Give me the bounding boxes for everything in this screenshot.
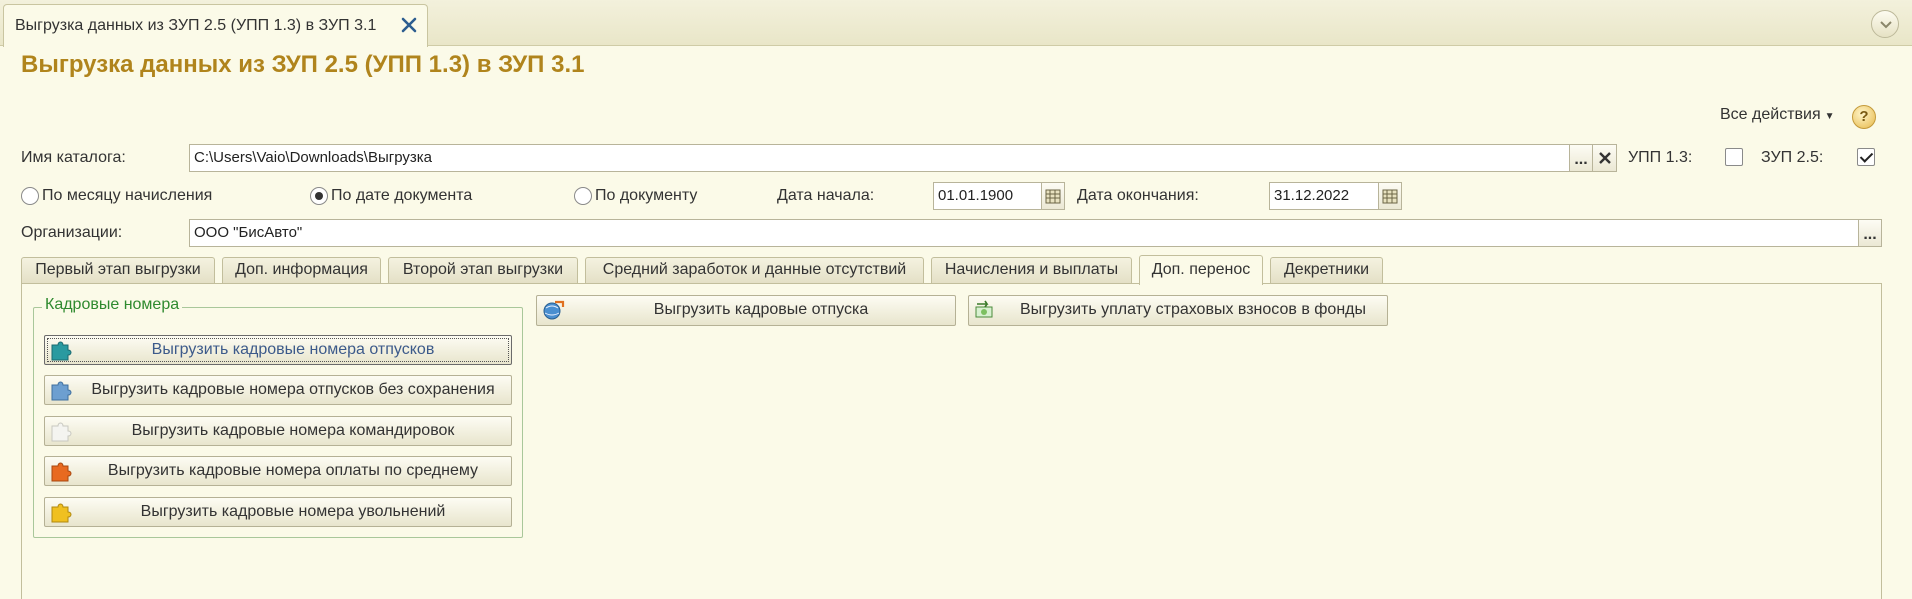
upload-vacation-numbers-label: Выгрузить кадровые номера отпусков bbox=[151, 341, 435, 358]
document-tab-title: Выгрузка данных из ЗУП 2.5 (УПП 1.3) в З… bbox=[15, 17, 377, 34]
tab-additional-info[interactable]: Доп. информация bbox=[222, 257, 381, 283]
organization-select-button[interactable]: ... bbox=[1858, 219, 1882, 247]
radio-by-doc-date[interactable] bbox=[310, 187, 328, 205]
upload-vacations-button[interactable]: Выгрузить кадровые отпуска bbox=[536, 295, 956, 326]
radio-by-document[interactable] bbox=[574, 187, 592, 205]
puzzle-white-icon bbox=[51, 422, 72, 442]
end-date-label: Дата окончания: bbox=[1077, 187, 1199, 204]
money-transfer-icon bbox=[975, 300, 993, 318]
close-icon[interactable] bbox=[399, 15, 419, 35]
catalog-label: Имя каталога: bbox=[21, 149, 126, 166]
start-date-label: Дата начала: bbox=[777, 187, 875, 204]
upload-vacation-numbers-button[interactable]: Выгрузить кадровые номера отпусков bbox=[44, 335, 512, 365]
upp-label: УПП 1.3: bbox=[1628, 149, 1693, 166]
puzzle-teal-icon bbox=[51, 341, 72, 361]
upp-checkbox[interactable] bbox=[1725, 148, 1743, 166]
upload-insurance-button[interactable]: Выгрузить уплату страховых взносов в фон… bbox=[968, 295, 1388, 326]
radio-by-document-label: По документу bbox=[595, 187, 698, 204]
organization-label: Организации: bbox=[21, 224, 123, 241]
start-date-field[interactable]: 01.01.1900 bbox=[933, 182, 1042, 210]
upload-average-pay-numbers-button[interactable]: Выгрузить кадровые номера оплаты по сред… bbox=[44, 456, 512, 486]
upload-dismissal-numbers-button[interactable]: Выгрузить кадровые номера увольнений bbox=[44, 497, 512, 527]
clear-icon bbox=[1598, 152, 1611, 164]
upload-unpaid-vacation-numbers-button[interactable]: Выгрузить кадровые номера отпусков без с… bbox=[44, 375, 512, 405]
globe-export-icon bbox=[543, 300, 565, 320]
calendar-icon bbox=[1382, 189, 1398, 204]
tab-accruals-payments[interactable]: Начисления и выплаты bbox=[931, 257, 1132, 283]
all-actions-menu[interactable]: Все действия ▼ bbox=[1720, 106, 1835, 124]
zup-label: ЗУП 2.5: bbox=[1761, 149, 1824, 166]
caret-down-icon: ▼ bbox=[1824, 111, 1835, 122]
organization-field[interactable]: ООО "БисАвто" bbox=[189, 219, 1859, 247]
upload-unpaid-vacation-numbers-label: Выгрузить кадровые номера отпусков без с… bbox=[91, 381, 495, 398]
chevron-down-icon bbox=[1880, 21, 1892, 29]
upload-business-trip-numbers-label: Выгрузить кадровые номера командировок bbox=[131, 422, 455, 439]
tab-maternity[interactable]: Декретники bbox=[1270, 257, 1383, 283]
catalog-clear-button[interactable] bbox=[1592, 144, 1617, 172]
window-menu-button[interactable] bbox=[1871, 10, 1899, 38]
radio-by-doc-date-label: По дате документа bbox=[331, 187, 473, 204]
upload-insurance-label: Выгрузить уплату страховых взносов в фон… bbox=[1020, 301, 1366, 318]
end-date-field[interactable]: 31.12.2022 bbox=[1269, 182, 1379, 210]
end-date-calendar-button[interactable] bbox=[1378, 182, 1402, 210]
upload-dismissal-numbers-label: Выгрузить кадровые номера увольнений bbox=[140, 503, 446, 520]
tab-additional-transfer[interactable]: Доп. перенос bbox=[1139, 255, 1263, 285]
puzzle-blue-icon bbox=[51, 381, 72, 401]
catalog-path-field[interactable]: C:\Users\Vaio\Downloads\Выгрузка bbox=[189, 144, 1570, 172]
tab-first-stage[interactable]: Первый этап выгрузки bbox=[21, 257, 215, 283]
upload-average-pay-numbers-label: Выгрузить кадровые номера оплаты по сред… bbox=[107, 462, 479, 479]
catalog-select-button[interactable]: ... bbox=[1569, 144, 1593, 172]
puzzle-orange-icon bbox=[51, 462, 72, 482]
upload-business-trip-numbers-button[interactable]: Выгрузить кадровые номера командировок bbox=[44, 416, 512, 446]
tab-second-stage[interactable]: Второй этап выгрузки bbox=[388, 257, 578, 283]
puzzle-yellow-icon bbox=[51, 503, 72, 523]
page-title: Выгрузка данных из ЗУП 2.5 (УПП 1.3) в З… bbox=[21, 51, 585, 78]
group-title: Кадровые номера bbox=[42, 296, 183, 314]
radio-by-month[interactable] bbox=[21, 187, 39, 205]
help-button[interactable]: ? bbox=[1852, 105, 1876, 129]
upload-vacations-label: Выгрузить кадровые отпуска bbox=[653, 301, 869, 318]
zup-checkbox[interactable] bbox=[1857, 148, 1875, 166]
calendar-icon bbox=[1045, 189, 1061, 204]
tab-average-earnings[interactable]: Средний заработок и данные отсутствий bbox=[585, 257, 924, 283]
all-actions-label: Все действия bbox=[1720, 106, 1821, 123]
document-tab[interactable]: Выгрузка данных из ЗУП 2.5 (УПП 1.3) в З… bbox=[3, 4, 428, 47]
radio-by-month-label: По месяцу начисления bbox=[42, 187, 213, 204]
start-date-calendar-button[interactable] bbox=[1041, 182, 1065, 210]
